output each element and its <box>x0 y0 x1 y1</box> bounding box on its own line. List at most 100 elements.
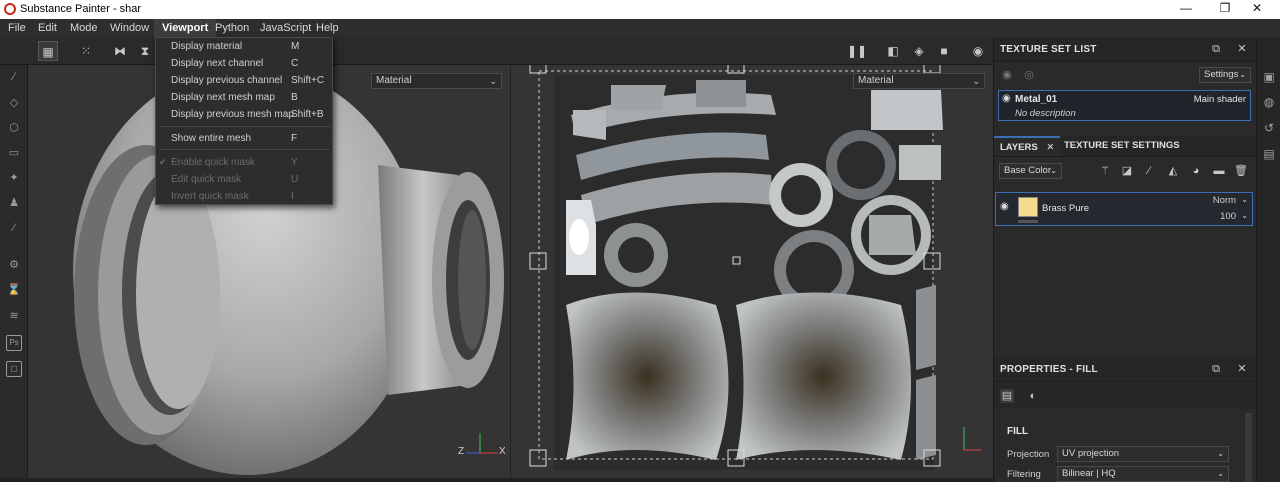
shader-settings-icon[interactable]: ◍ <box>1261 94 1277 110</box>
layer-visibility-icon[interactable]: ◉ <box>1000 201 1009 212</box>
menu-item-invert-quick-mask: Invert quick mask I <box>156 188 332 205</box>
close-window-button[interactable]: ✕ <box>1234 0 1280 19</box>
add-effect-icon[interactable]: ⚚ <box>1098 164 1112 178</box>
screenshot-icon[interactable]: ◉ <box>968 41 988 61</box>
close-panel-icon[interactable]: ✕ <box>1235 362 1249 376</box>
texture-set-shader[interactable]: Main shader <box>1194 94 1246 105</box>
projection-label: Projection <box>1007 449 1050 460</box>
add-smart-material-icon[interactable]: ◕ <box>1189 164 1203 178</box>
log-icon[interactable]: ▤ <box>1261 146 1277 162</box>
cube-view-icon[interactable]: ◈ <box>909 41 929 61</box>
camera-icon[interactable]: ■ <box>934 41 954 61</box>
material-tab-icon[interactable]: ◐ <box>1026 389 1040 403</box>
layer-opacity[interactable]: 100 <box>1220 211 1236 222</box>
menu-item-display-next-mesh-map[interactable]: Display next mesh map B <box>156 89 332 106</box>
menu-edit[interactable]: Edit <box>30 19 65 38</box>
layers-stack-icon[interactable]: ≋ <box>6 308 22 324</box>
tool-sidebar: ∕ ◇ ⬡ ▭ ✦ ♟ ⁄ ⚙ ⌛ ≋ Ps ▢ <box>0 65 28 482</box>
close-tab-icon[interactable]: ✕ <box>1046 142 1054 153</box>
shelf-icon[interactable]: ⚙ <box>6 257 22 273</box>
properties-header: PROPERTIES - FILL ⧉ ✕ <box>994 358 1257 382</box>
display-settings-icon[interactable]: ▣ <box>1261 69 1277 85</box>
add-folder-icon[interactable]: ▬ <box>1212 164 1226 178</box>
layer-blend-mode[interactable]: Norm <box>1213 195 1236 206</box>
tab-layers[interactable]: LAYERS ✕ <box>994 136 1061 156</box>
float-panel-icon[interactable]: ⧉ <box>1209 362 1223 376</box>
viewport-2d-display-select[interactable]: Material ⌄ <box>853 73 985 89</box>
export-icon[interactable]: ▢ <box>6 361 22 377</box>
menu-item-display-material[interactable]: Display material M <box>156 38 332 55</box>
layer-row[interactable]: ◉ Brass Pure Norm ⌄ 100 ⌄ <box>995 192 1253 226</box>
menu-python[interactable]: Python <box>207 19 257 38</box>
tab-layers-label: LAYERS <box>1000 142 1038 153</box>
menu-file[interactable]: File <box>0 19 34 38</box>
texture-set-description: No description <box>1015 108 1076 119</box>
chevron-down-icon[interactable]: ⌄ <box>1241 195 1248 204</box>
channel-select[interactable]: Base Color ⌄ <box>999 163 1062 179</box>
viewport-2d[interactable]: Material ⌄ <box>511 65 993 482</box>
flip-icon[interactable]: ⧗ <box>135 41 155 61</box>
split-view-icon[interactable]: ◧ <box>883 41 903 61</box>
chevron-down-icon: ⌄ <box>972 76 980 86</box>
menu-item-label: Display material <box>171 41 243 52</box>
uv-map-render <box>529 65 981 470</box>
fill-section-title: FILL <box>1007 426 1029 437</box>
selection-mode-icon[interactable]: ▦ <box>38 41 58 61</box>
right-dock: TEXTURE SET LIST ⧉ ✕ ◉ ◎ Settings ⌄ ◉ Met… <box>993 38 1257 482</box>
texture-set-settings-button[interactable]: Settings ⌄ <box>1199 67 1251 83</box>
menu-item-show-entire-mesh[interactable]: Show entire mesh F <box>156 130 332 147</box>
chevron-down-icon: ⌄ <box>1239 70 1246 79</box>
polygon-fill-icon[interactable]: ▭ <box>6 145 22 161</box>
menu-item-label: Display previous channel <box>171 75 283 86</box>
menu-item-shortcut: B <box>291 92 298 103</box>
bottom-strip <box>0 478 993 482</box>
fill-properties-tab-icon[interactable]: ▤ <box>1000 389 1014 403</box>
menu-item-display-next-channel[interactable]: Display next channel C <box>156 55 332 72</box>
projection-icon[interactable]: ⬡ <box>6 120 22 136</box>
menu-item-edit-quick-mask: Edit quick mask U <box>156 171 332 188</box>
smudge-icon[interactable]: ✦ <box>6 170 22 186</box>
tab-texture-set-settings[interactable]: TEXTURE SET SETTINGS <box>1058 136 1186 156</box>
add-paint-layer-icon[interactable]: ∕ <box>1142 164 1156 178</box>
visibility-toggle-icon[interactable]: ◉ <box>1000 68 1014 82</box>
grid-icon[interactable]: ⁙ <box>76 41 96 61</box>
menu-item-label: Display previous mesh map <box>171 109 294 120</box>
eraser-icon[interactable]: ◇ <box>6 95 22 111</box>
menu-item-display-previous-mesh-map[interactable]: Display previous mesh map Shift+B <box>156 106 332 123</box>
texture-set-item[interactable]: ◉ Metal_01 Main shader No description <box>998 90 1251 121</box>
projection-select[interactable]: UV projection ⌄ <box>1057 446 1229 462</box>
filtering-select[interactable]: Bilinear | HQ ⌄ <box>1057 466 1229 482</box>
float-panel-icon[interactable]: ⧉ <box>1209 42 1223 56</box>
channel-value: Base Color <box>1004 165 1051 176</box>
history-icon[interactable]: ↺ <box>1261 120 1277 136</box>
viewport-3d-display-select[interactable]: Material ⌄ <box>371 73 502 89</box>
filtering-value: Bilinear | HQ <box>1062 468 1116 479</box>
viewport-2d-display-value: Material <box>858 75 894 86</box>
properties-scrollbar[interactable] <box>1245 413 1252 482</box>
projection-value: UV projection <box>1062 448 1120 459</box>
delete-layer-icon[interactable]: 🗑 <box>1234 164 1248 178</box>
menu-item-display-previous-channel[interactable]: Display previous channel Shift+C <box>156 72 332 89</box>
baking-icon[interactable]: ⌛ <box>6 282 22 298</box>
eye-icon[interactable]: ◉ <box>1002 93 1011 104</box>
menu-window[interactable]: Window <box>102 19 157 38</box>
paint-brush-icon[interactable]: ∕ <box>6 69 22 85</box>
menu-item-shortcut: Shift+C <box>291 75 325 86</box>
menu-item-shortcut: F <box>291 133 298 144</box>
add-fill-layer-icon[interactable]: ◭ <box>1166 164 1180 178</box>
add-mask-icon[interactable]: ◪ <box>1120 164 1134 178</box>
clone-icon[interactable]: ♟ <box>6 195 22 211</box>
eye-icon[interactable]: ◎ <box>1022 68 1036 82</box>
properties-title: PROPERTIES - FILL <box>1000 364 1098 375</box>
menu-help[interactable]: Help <box>308 19 347 38</box>
symmetry-icon[interactable]: ⧓ <box>110 41 130 61</box>
chevron-down-icon[interactable]: ⌄ <box>1241 211 1248 220</box>
close-panel-icon[interactable]: ✕ <box>1235 42 1249 56</box>
substance-painter-logo-icon <box>4 3 16 15</box>
menu-mode[interactable]: Mode <box>62 19 106 38</box>
menu-bar: File Edit Mode Window Viewport Python Ja… <box>0 19 1280 38</box>
color-picker-icon[interactable]: ⁄ <box>6 220 22 236</box>
pause-icon[interactable]: ❚❚ <box>847 41 867 61</box>
chevron-down-icon: ⌄ <box>1217 449 1224 458</box>
photoshop-export-icon[interactable]: Ps <box>6 335 22 351</box>
